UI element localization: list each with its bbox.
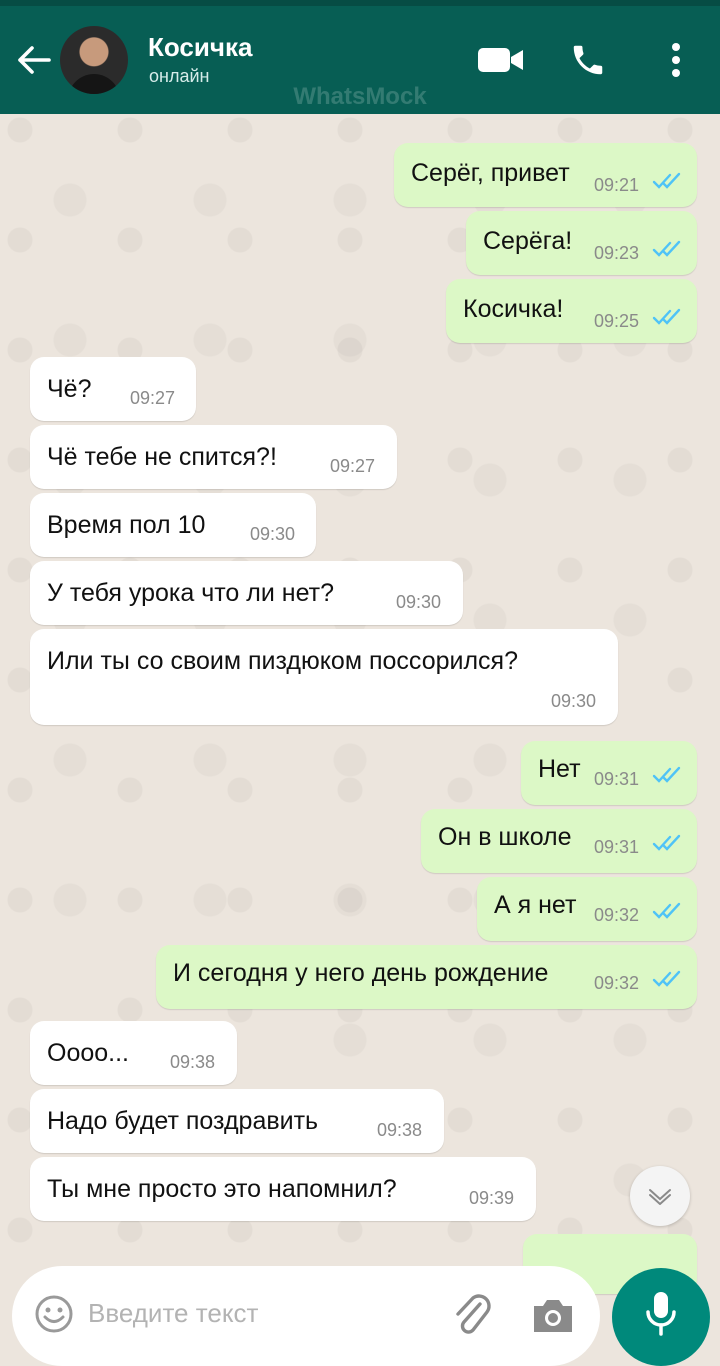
message-incoming[interactable]: Надо будет поздравить 09:38 — [30, 1089, 444, 1153]
message-time: 09:27 — [330, 456, 376, 476]
message-incoming[interactable]: Или ты со своим пиздюком поссорился? 09:… — [30, 629, 618, 725]
message-time: 09:31 — [594, 837, 640, 857]
message-time: 09:23 — [594, 243, 640, 263]
scroll-down-icon — [649, 1189, 671, 1205]
double-check-icon — [652, 834, 681, 851]
message-text: И сегодня у него день рождение — [173, 959, 549, 987]
message-incoming[interactable]: У тебя урока что ли нет? 09:30 — [30, 561, 463, 625]
double-check-icon — [652, 970, 681, 987]
double-check-icon — [652, 766, 681, 783]
message-time: 09:30 — [551, 691, 597, 711]
message-incoming[interactable]: Время пол 10 09:30 — [30, 493, 316, 557]
camera-icon[interactable] — [530, 1294, 576, 1336]
message-text: Он в школе — [438, 823, 572, 851]
message-outgoing[interactable]: Косичка! 09:25 — [446, 279, 697, 343]
message-composer: Введите текст — [12, 1266, 600, 1366]
mic-button[interactable] — [612, 1268, 710, 1366]
message-incoming[interactable]: Оооо... 09:38 — [30, 1021, 237, 1085]
message-time: 09:25 — [594, 311, 640, 331]
message-outgoing[interactable]: Он в школе 09:31 — [421, 809, 697, 873]
message-text: Ты мне просто это напомнил? — [47, 1175, 397, 1203]
message-text: У тебя урока что ли нет? — [47, 579, 335, 607]
chat-header: Косичка онлайн WhatsMock — [0, 0, 720, 114]
message-text: Серёга! — [483, 227, 573, 255]
video-call-icon[interactable] — [474, 38, 528, 82]
message-text: Чё тебе не спится?! — [47, 443, 277, 471]
message-time: 09:27 — [130, 388, 176, 408]
message-time: 09:38 — [377, 1120, 423, 1140]
more-vert-icon[interactable] — [658, 38, 694, 82]
message-time: 09:21 — [594, 175, 640, 195]
status-bar — [0, 0, 720, 6]
contact-name[interactable]: Косичка — [148, 32, 252, 63]
double-check-icon — [652, 240, 681, 257]
message-outgoing[interactable]: И сегодня у него день рождение 09:32 — [156, 945, 697, 1009]
attach-icon[interactable] — [450, 1292, 494, 1336]
phone-icon[interactable] — [566, 38, 610, 82]
message-text: Надо будет поздравить — [47, 1107, 319, 1135]
back-arrow-icon[interactable] — [14, 40, 54, 80]
message-time: 09:39 — [469, 1188, 515, 1208]
message-incoming[interactable]: Ты мне просто это напомнил? 09:39 — [30, 1157, 536, 1221]
message-text: Чё? — [47, 375, 92, 403]
message-text: Косичка! — [463, 295, 564, 323]
double-check-icon — [652, 902, 681, 919]
message-outgoing[interactable]: Серёг, привет 09:21 — [394, 143, 697, 207]
message-text: А я нет — [494, 891, 577, 919]
watermark: WhatsMock — [293, 83, 427, 110]
message-time: 09:30 — [250, 524, 296, 544]
message-incoming[interactable]: Чё тебе не спится?! 09:27 — [30, 425, 397, 489]
scroll-down-button[interactable] — [630, 1166, 690, 1226]
message-text: Или ты со своим пиздюком поссорился? — [47, 647, 518, 675]
message-time: 09:31 — [594, 769, 640, 789]
message-time: 09:32 — [594, 973, 640, 993]
double-check-icon — [652, 308, 681, 325]
message-time: 09:32 — [594, 905, 640, 925]
message-incoming[interactable]: Чё? 09:27 — [30, 357, 196, 421]
message-time: 09:30 — [396, 592, 442, 612]
message-text: Серёг, привет — [411, 159, 570, 187]
double-check-icon — [652, 172, 681, 189]
message-text: Нет — [538, 755, 581, 783]
message-outgoing[interactable]: А я нет 09:32 — [477, 877, 697, 941]
message-text: Оооо... — [47, 1039, 129, 1067]
message-outgoing[interactable]: Нет 09:31 — [521, 741, 697, 805]
message-time: 09:38 — [170, 1052, 216, 1072]
message-outgoing[interactable]: Серёга! 09:23 — [466, 211, 697, 275]
mic-icon — [646, 1292, 676, 1336]
message-input[interactable]: Введите текст — [88, 1298, 258, 1329]
emoji-icon[interactable] — [34, 1294, 74, 1334]
message-text: Время пол 10 — [47, 511, 206, 539]
